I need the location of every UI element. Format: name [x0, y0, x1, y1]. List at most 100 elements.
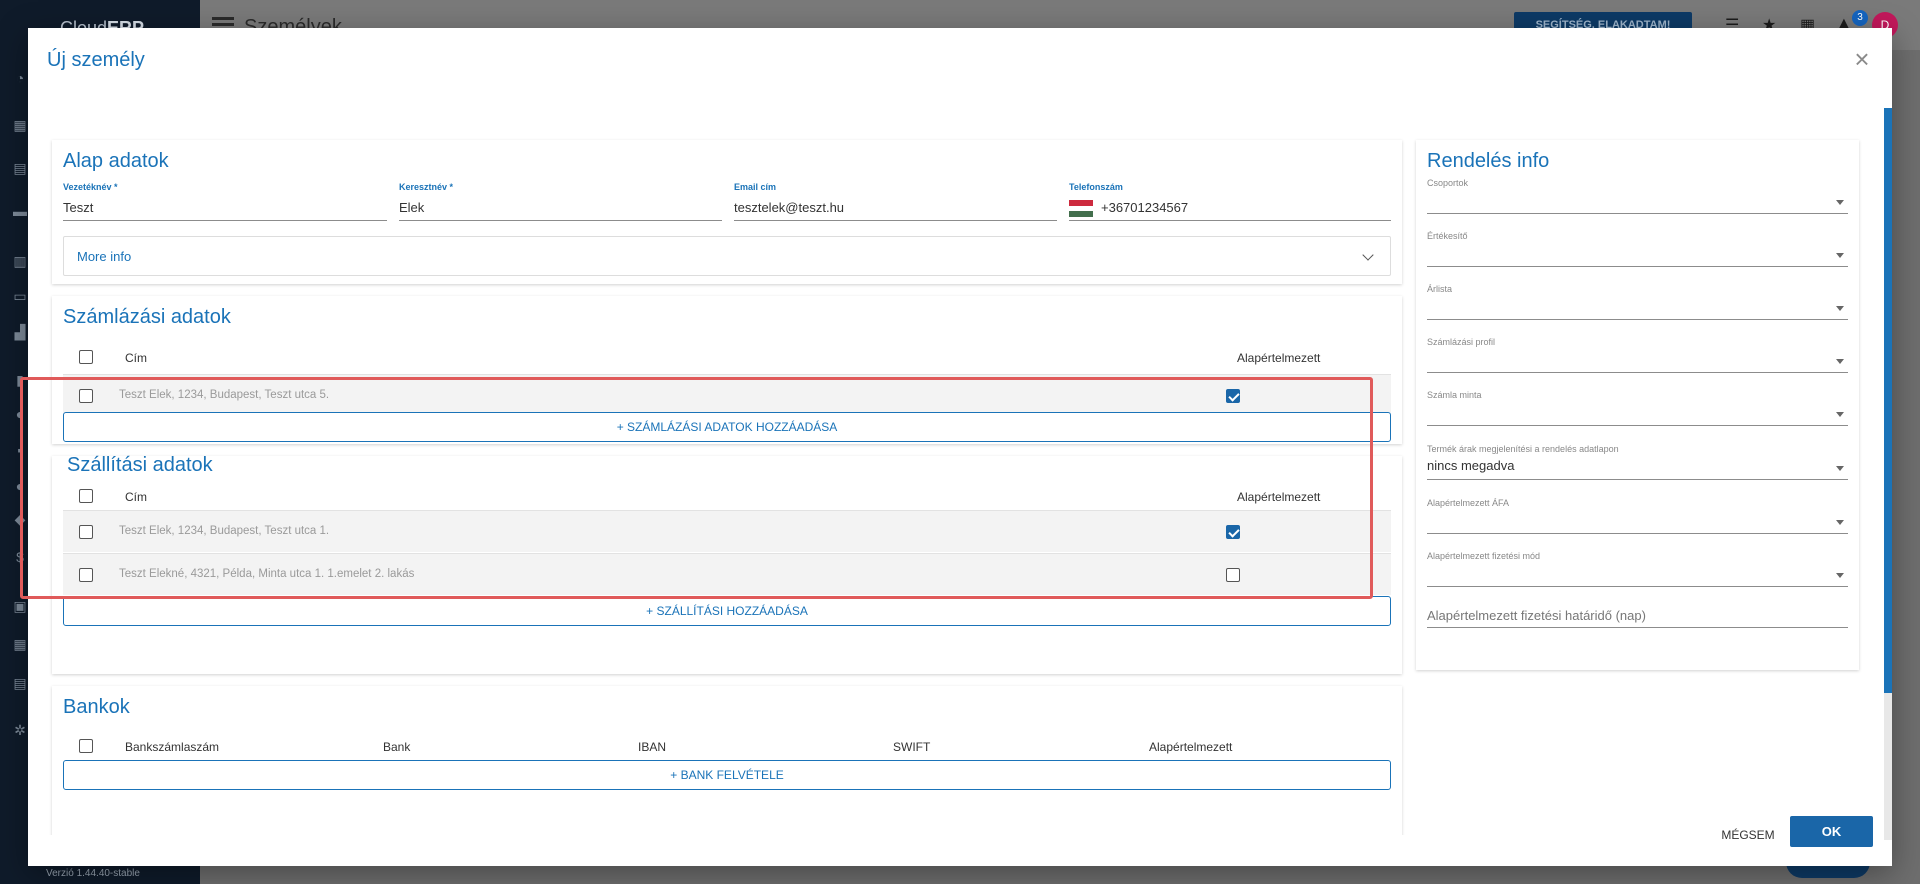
- dropdown-arrow-icon: [1836, 359, 1844, 364]
- shipping-row-checkbox[interactable]: [79, 568, 93, 582]
- dropdown-arrow-icon: [1836, 306, 1844, 311]
- contacts-icon[interactable]: ●: [12, 478, 28, 494]
- groups-underline: [1427, 213, 1848, 214]
- default-vat-underline: [1427, 533, 1848, 534]
- email-field[interactable]: Email cím tesztelek@teszt.hu: [734, 182, 1057, 222]
- banks-card: Bankok Bankszámlaszám Bank IBAN SWIFT Al…: [52, 686, 1402, 835]
- dialog-scrollbar-track[interactable]: [1884, 693, 1892, 840]
- phone-value[interactable]: +36701234567: [1101, 200, 1188, 215]
- payment-deadline-input[interactable]: Alapértelmezett fizetési határidő (nap): [1427, 606, 1848, 646]
- email-value[interactable]: tesztelek@teszt.hu: [734, 200, 844, 215]
- shipping-col-address: Cím: [125, 490, 147, 504]
- banks-col-swift: SWIFT: [893, 740, 931, 754]
- more-info-expander[interactable]: More info: [63, 236, 1391, 276]
- email-underline: [734, 220, 1057, 221]
- grid-icon[interactable]: ▦: [12, 636, 28, 652]
- default-payment-label: Alapértelmezett fizetési mód: [1427, 551, 1541, 561]
- price-list-underline: [1427, 319, 1848, 320]
- dashboard-icon[interactable]: ◔: [12, 70, 28, 86]
- close-icon[interactable]: ×: [1850, 46, 1874, 72]
- shipping-table-row[interactable]: Teszt Elek, 1234, Budapest, Teszt utca 1…: [63, 510, 1391, 552]
- seller-underline: [1427, 266, 1848, 267]
- warehouse-icon[interactable]: ▥: [12, 253, 28, 269]
- phone-field[interactable]: Telefonszám +36701234567: [1069, 182, 1391, 222]
- billing-row-address: Teszt Elek, 1234, Budapest, Teszt utca 5…: [119, 389, 330, 401]
- shipping-row-address: Teszt Elek, 1234, Budapest, Teszt utca 1…: [119, 525, 330, 537]
- dialog-scrollbar-thumb[interactable]: [1884, 108, 1892, 693]
- price-display-value: nincs megadva: [1427, 458, 1515, 473]
- tag-icon[interactable]: ◆: [12, 511, 28, 527]
- basic-data-title: Alap adatok: [63, 150, 169, 172]
- shipping-row-default-checkbox[interactable]: [1226, 568, 1240, 582]
- person-icon[interactable]: ▪: [12, 442, 28, 458]
- settings-icon[interactable]: ✲: [12, 722, 28, 738]
- basic-data-card: Alap adatok Vezetéknév * Teszt Keresztné…: [52, 140, 1402, 284]
- last-name-underline: [63, 220, 387, 221]
- chat-icon[interactable]: ▭: [12, 288, 28, 304]
- dialog-body: Alap adatok Vezetéknév * Teszt Keresztné…: [28, 108, 1892, 835]
- price-display-underline: [1427, 479, 1848, 480]
- email-label: Email cím: [734, 182, 777, 192]
- dropdown-arrow-icon: [1836, 573, 1844, 578]
- truck-icon[interactable]: ▬: [12, 203, 28, 219]
- shipping-data-title: Szállítási adatok: [67, 454, 213, 476]
- dollar-icon[interactable]: $: [12, 549, 28, 565]
- shipping-data-card: Szállítási adatok Cím Alapértelmezett Te…: [52, 454, 1402, 674]
- last-name-value[interactable]: Teszt: [63, 200, 93, 215]
- banks-title: Bankok: [63, 696, 130, 718]
- dropdown-arrow-icon: [1836, 412, 1844, 417]
- cart-icon[interactable]: ▦: [12, 117, 28, 133]
- last-name-label: Vezetéknév *: [63, 182, 118, 192]
- add-shipping-button[interactable]: + SZÁLLÍTÁSI HOZZÁADÁSA: [63, 596, 1391, 626]
- dialog-title: Új személy: [47, 49, 145, 71]
- shipping-row-checkbox[interactable]: [79, 525, 93, 539]
- add-bank-button[interactable]: + BANK FELVÉTELE: [63, 760, 1391, 790]
- version-label: Verzió 1.44.40-stable: [46, 868, 140, 879]
- price-display-label: Termék árak megjelenítési a rendelés ada…: [1427, 444, 1619, 454]
- document-icon[interactable]: ▤: [12, 160, 28, 176]
- billing-data-card: Számlázási adatok Cím Alapértelmezett Te…: [52, 296, 1402, 444]
- ok-button[interactable]: OK: [1790, 816, 1873, 847]
- shipping-select-all-checkbox[interactable]: [79, 489, 93, 503]
- people-icon[interactable]: ●: [12, 406, 28, 422]
- banks-col-iban: IBAN: [638, 740, 667, 754]
- banks-col-bank: Bank: [383, 740, 411, 754]
- invoice-template-label: Számla minta: [1427, 390, 1482, 400]
- shipping-row-default-checkbox[interactable]: [1226, 525, 1240, 539]
- notification-badge: 3: [1852, 10, 1868, 26]
- banks-col-account: Bankszámlaszám: [125, 740, 220, 754]
- billing-row-checkbox[interactable]: [79, 389, 93, 403]
- default-payment-underline: [1427, 586, 1848, 587]
- report-icon[interactable]: ▤: [12, 675, 28, 691]
- first-name-value[interactable]: Elek: [399, 200, 424, 215]
- billing-col-default: Alapértelmezett: [1237, 351, 1321, 365]
- first-name-label: Keresztnév *: [399, 182, 454, 192]
- add-billing-data-button[interactable]: + SZÁMLÁZÁSI ADATOK HOZZÁADÁSA: [63, 412, 1391, 442]
- billing-profile-label: Számlázási profil: [1427, 337, 1496, 347]
- dropdown-arrow-icon: [1836, 466, 1844, 471]
- first-name-field[interactable]: Keresztnév * Elek: [399, 182, 722, 222]
- shipping-table-row[interactable]: Teszt Elekné, 4321, Példa, Minta utca 1.…: [63, 553, 1391, 595]
- banks-select-all-checkbox[interactable]: [79, 739, 93, 753]
- hungary-flag-icon[interactable]: [1069, 200, 1093, 217]
- billing-row-default-checkbox[interactable]: [1226, 389, 1240, 403]
- cancel-button[interactable]: MÉGSEM: [1718, 822, 1778, 848]
- chart-icon[interactable]: ▮: [12, 372, 28, 388]
- last-name-field[interactable]: Vezetéknév * Teszt: [63, 182, 387, 222]
- phone-underline: [1069, 220, 1391, 221]
- more-info-label: More info: [77, 249, 132, 264]
- payment-deadline-underline: [1427, 627, 1848, 628]
- price-list-label: Árlista: [1427, 284, 1453, 294]
- invoice-template-underline: [1427, 425, 1848, 426]
- factory-icon[interactable]: ▟: [12, 324, 28, 340]
- billing-select-all-checkbox[interactable]: [79, 350, 93, 364]
- groups-label: Csoportok: [1427, 178, 1469, 188]
- bank-icon[interactable]: ▣: [12, 598, 28, 614]
- dropdown-arrow-icon: [1836, 520, 1844, 525]
- billing-profile-underline: [1427, 372, 1848, 373]
- billing-table-row[interactable]: Teszt Elek, 1234, Budapest, Teszt utca 5…: [63, 374, 1391, 416]
- phone-label: Telefonszám: [1069, 182, 1123, 192]
- banks-col-default: Alapértelmezett: [1149, 740, 1233, 754]
- default-vat-label: Alapértelmezett ÁFA: [1427, 498, 1510, 508]
- payment-deadline-placeholder: Alapértelmezett fizetési határidő (nap): [1427, 608, 1646, 623]
